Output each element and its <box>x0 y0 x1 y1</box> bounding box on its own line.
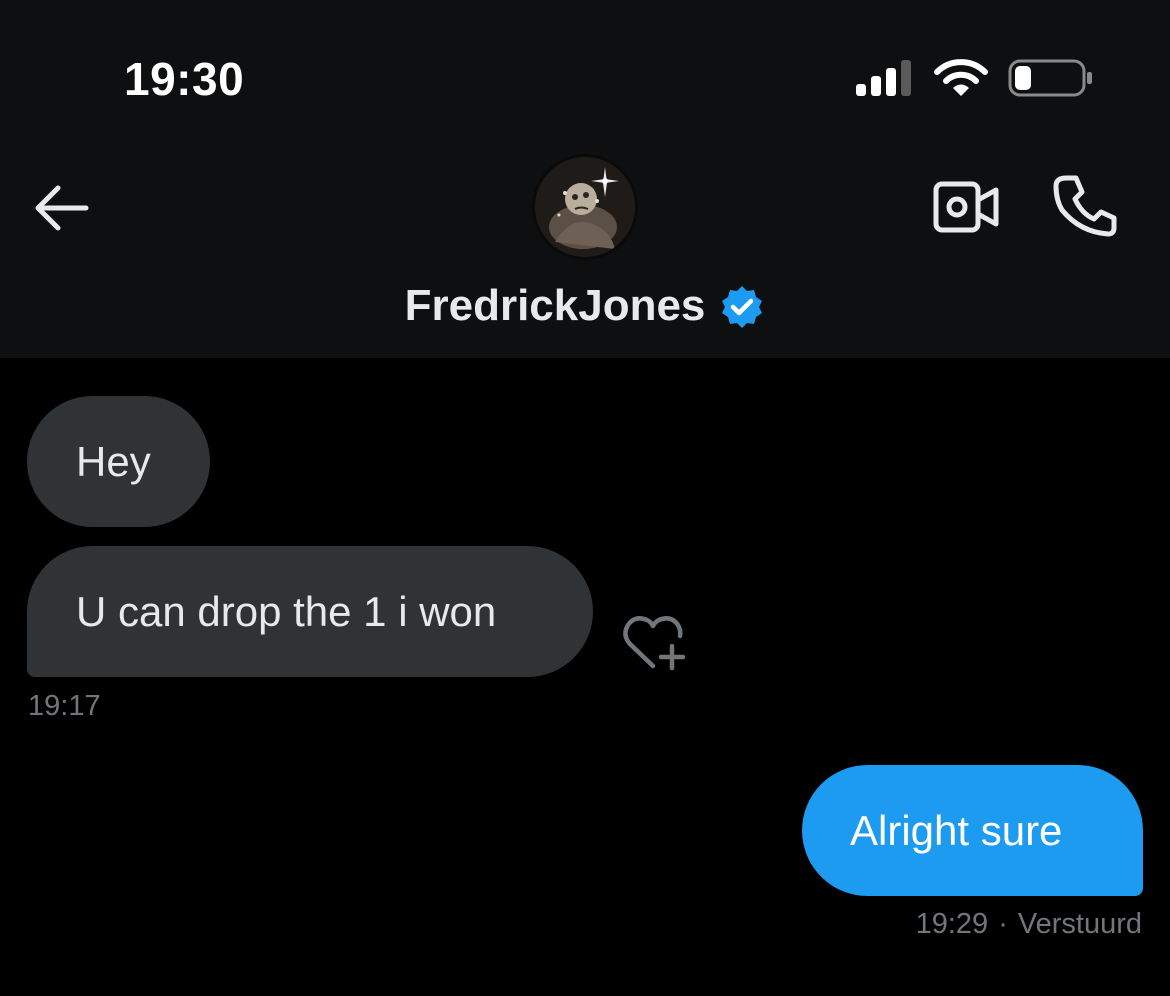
heart-plus-icon[interactable] <box>620 612 690 674</box>
delivery-status: Verstuurd <box>1017 908 1142 940</box>
message-status: 19:29 · Verstuurd <box>916 908 1142 941</box>
message-bubble-incoming[interactable]: U can drop the 1 i won <box>27 546 593 677</box>
battery-icon <box>1008 59 1092 97</box>
phone-icon[interactable] <box>1052 174 1118 238</box>
message-bubble-incoming[interactable]: Hey <box>27 396 210 527</box>
message-timestamp: 19:17 <box>28 690 101 722</box>
message-text: Hey <box>76 437 151 485</box>
conversation-header: 19:30 FredrickJones <box>0 0 1170 358</box>
verified-badge-icon <box>722 286 763 328</box>
wifi-icon <box>934 59 988 96</box>
message-time: 19:29 <box>915 908 989 940</box>
status-separator: · <box>998 908 1008 940</box>
message-bubble-outgoing[interactable]: Alright sure <box>802 765 1143 896</box>
arrow-left-icon[interactable] <box>30 180 92 236</box>
contact-name: FredrickJones <box>404 281 706 330</box>
avatar-image <box>535 157 635 257</box>
status-bar-time: 19:30 <box>124 53 245 105</box>
contact-name-row[interactable]: FredrickJones <box>0 274 1170 338</box>
message-text: U can drop the 1 i won <box>76 587 497 635</box>
video-camera-icon[interactable] <box>932 178 1000 236</box>
message-text: Alright sure <box>850 806 1063 854</box>
signal-icon <box>856 60 911 96</box>
contact-avatar[interactable] <box>532 154 638 260</box>
